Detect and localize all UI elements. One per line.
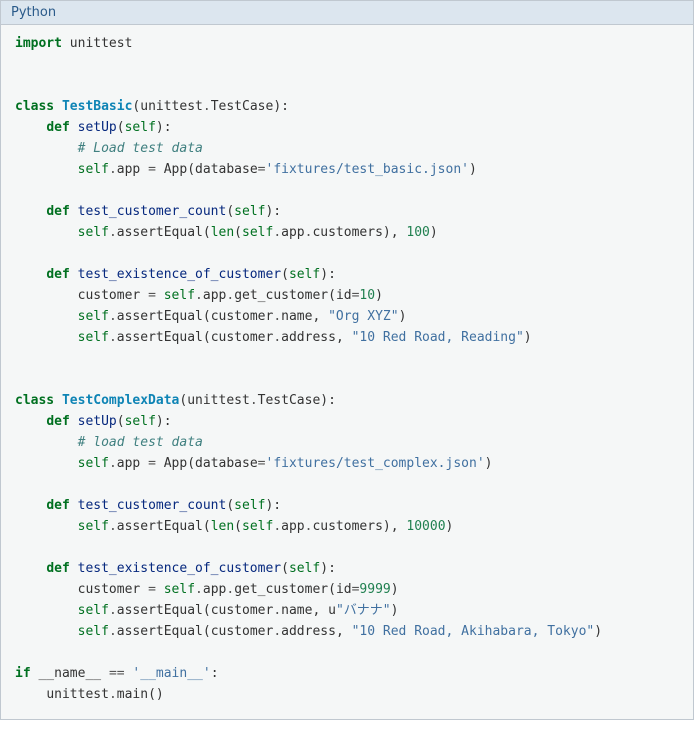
keyword-def: def	[46, 561, 69, 576]
keyword-def: def	[46, 120, 69, 135]
code-language-header: Python	[1, 1, 693, 25]
method-setup: setUp	[78, 414, 117, 429]
self: self	[164, 582, 195, 597]
self: self	[289, 267, 320, 282]
self: self	[242, 225, 273, 240]
keyword-import: import	[15, 36, 62, 51]
class-app: App	[164, 456, 187, 471]
self: self	[78, 519, 109, 534]
keyword-def: def	[46, 498, 69, 513]
keyword-class: class	[15, 393, 54, 408]
method-assertequal: assertEqual	[117, 309, 203, 324]
builtin-len: len	[211, 519, 234, 534]
unicode-prefix: u	[328, 603, 336, 618]
attr-app: app	[281, 519, 304, 534]
string-main: '__main__'	[132, 666, 210, 681]
string-fixture-complex: 'fixtures/test_complex.json'	[266, 456, 485, 471]
keyword-if: if	[15, 666, 31, 681]
string-addr-tokyo: "10 Red Road, Akihabara, Tokyo"	[352, 624, 595, 639]
attr-name: name	[281, 603, 312, 618]
module-unittest: unittest	[46, 687, 109, 702]
attr-customers: customers	[312, 225, 382, 240]
method-assertequal: assertEqual	[117, 225, 203, 240]
self: self	[78, 162, 109, 177]
self: self	[164, 288, 195, 303]
code-body: import unittest class TestBasic(unittest…	[1, 25, 693, 719]
builtin-len: len	[211, 225, 234, 240]
kwarg-database: database	[195, 162, 258, 177]
method-main: main	[117, 687, 148, 702]
string-addr-reading: "10 Red Road, Reading"	[352, 330, 524, 345]
var-customer: customer	[78, 288, 141, 303]
attr-address: address	[281, 624, 336, 639]
method-test-customer-count: test_customer_count	[78, 498, 227, 513]
number-10: 10	[359, 288, 375, 303]
class-testcase: TestCase	[211, 99, 274, 114]
module-unittest: unittest	[187, 393, 250, 408]
keyword-def: def	[46, 204, 69, 219]
comment-load-data: # Load test data	[78, 141, 203, 156]
self: self	[125, 120, 156, 135]
kwarg-database: database	[195, 456, 258, 471]
string-fixture-basic: 'fixtures/test_basic.json'	[266, 162, 470, 177]
method-assertequal: assertEqual	[117, 330, 203, 345]
comment-load-data: # load test data	[78, 435, 203, 450]
method-test-existence-of-customer: test_existence_of_customer	[78, 267, 282, 282]
attr-app: app	[117, 456, 140, 471]
string-banana: "バナナ"	[336, 603, 391, 618]
dunder-name: __name__	[38, 666, 101, 681]
kwarg-id: id	[336, 288, 352, 303]
method-test-existence-of-customer: test_existence_of_customer	[78, 561, 282, 576]
attr-app: app	[203, 288, 226, 303]
class-testbasic: TestBasic	[62, 99, 132, 114]
self: self	[78, 456, 109, 471]
var-customer: customer	[78, 582, 141, 597]
self: self	[78, 624, 109, 639]
class-testcomplexdata: TestComplexData	[62, 393, 179, 408]
self: self	[234, 498, 265, 513]
number-9999: 9999	[359, 582, 390, 597]
module-unittest: unittest	[70, 36, 133, 51]
method-assertequal: assertEqual	[117, 603, 203, 618]
class-testcase: TestCase	[258, 393, 321, 408]
self: self	[78, 309, 109, 324]
number-10000: 10000	[406, 519, 445, 534]
var-customer: customer	[211, 309, 274, 324]
class-app: App	[164, 162, 187, 177]
self: self	[78, 330, 109, 345]
attr-name: name	[281, 309, 312, 324]
self: self	[289, 561, 320, 576]
attr-app: app	[281, 225, 304, 240]
method-get-customer: get_customer	[234, 288, 328, 303]
string-org-xyz: "Org XYZ"	[328, 309, 398, 324]
keyword-def: def	[46, 267, 69, 282]
method-assertequal: assertEqual	[117, 624, 203, 639]
method-assertequal: assertEqual	[117, 519, 203, 534]
var-customer: customer	[211, 624, 274, 639]
module-unittest: unittest	[140, 99, 203, 114]
op-eq: ==	[109, 666, 125, 681]
var-customer: customer	[211, 330, 274, 345]
self: self	[78, 603, 109, 618]
number-100: 100	[406, 225, 429, 240]
method-setup: setUp	[78, 120, 117, 135]
code-block: Python import unittest class TestBasic(u…	[0, 0, 694, 720]
self: self	[234, 204, 265, 219]
attr-app: app	[117, 162, 140, 177]
attr-address: address	[281, 330, 336, 345]
self: self	[242, 519, 273, 534]
keyword-class: class	[15, 99, 54, 114]
var-customer: customer	[211, 603, 274, 618]
method-get-customer: get_customer	[234, 582, 328, 597]
method-test-customer-count: test_customer_count	[78, 204, 227, 219]
kwarg-id: id	[336, 582, 352, 597]
self: self	[125, 414, 156, 429]
self: self	[78, 225, 109, 240]
attr-customers: customers	[312, 519, 382, 534]
keyword-def: def	[46, 414, 69, 429]
attr-app: app	[203, 582, 226, 597]
